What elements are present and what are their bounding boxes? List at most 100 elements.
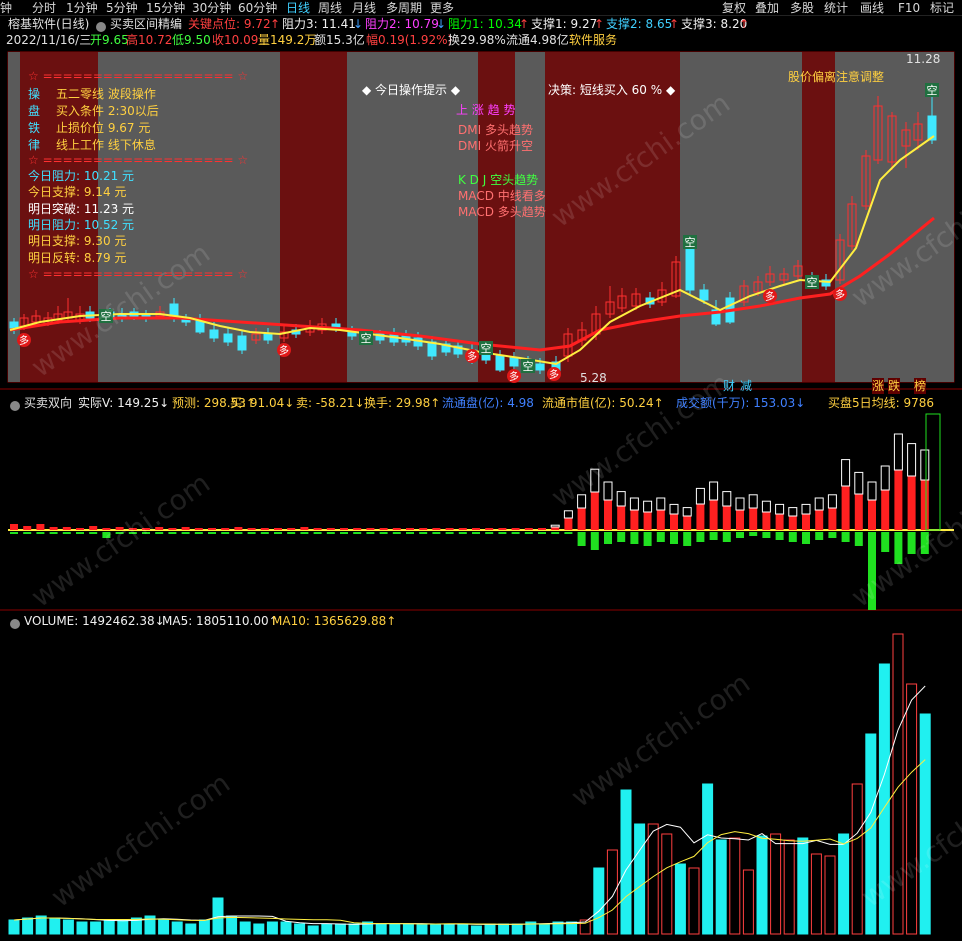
sell-volume-bar bbox=[802, 532, 810, 544]
period-tab[interactable]: 30分钟 bbox=[192, 0, 231, 16]
period-toolbar: 分时 1分钟 5分钟 15分钟 30分钟 60分钟 日线 周线 月线 多周期 更多 复权 叠加 多股 统计画… bbox=[0, 0, 962, 16]
volume-bar bbox=[906, 683, 918, 935]
toolbar-button[interactable]: 多股 bbox=[790, 0, 814, 16]
buy-volume-bar bbox=[472, 528, 480, 530]
sell-volume-bar bbox=[472, 532, 480, 534]
settings-icon[interactable] bbox=[10, 616, 20, 630]
forecast-bar-outline bbox=[841, 459, 851, 487]
period-tab[interactable]: 15分钟 bbox=[146, 0, 185, 16]
forecast-bar-outline bbox=[695, 487, 705, 505]
buy-volume-bar bbox=[406, 528, 414, 530]
volume-bar bbox=[824, 855, 836, 935]
toolbar-button[interactable]: 统计 bbox=[824, 0, 848, 16]
period-tab[interactable]: 60分钟 bbox=[238, 0, 277, 16]
period-tab[interactable]: 周线 bbox=[318, 0, 342, 16]
volume-bar bbox=[321, 923, 333, 935]
buy-volume-bar bbox=[577, 508, 586, 530]
volume-bar bbox=[266, 921, 278, 935]
settings-icon[interactable] bbox=[96, 19, 106, 33]
period-tab[interactable]: 更多 bbox=[430, 0, 454, 16]
toolbar-button[interactable]: 叠加 bbox=[755, 0, 779, 16]
sub2-value: MA5: 1805110.00↑ bbox=[162, 614, 279, 628]
volume-bar bbox=[90, 921, 102, 935]
sell-volume-bar bbox=[168, 532, 177, 534]
buy-volume-bar bbox=[696, 504, 705, 530]
toolbar-button[interactable]: 画线 bbox=[860, 0, 884, 16]
sell-volume-bar bbox=[300, 532, 309, 534]
kline-chart-area[interactable]: 多多多多 多多 多空空空空空空空www.cfchi.comwww.cfchi.com… bbox=[0, 48, 962, 941]
toolbar-button[interactable]: 复权 bbox=[722, 0, 746, 16]
volume-bar bbox=[443, 923, 455, 935]
volume-label: 量149.2万 bbox=[258, 33, 317, 47]
buy-volume-bar bbox=[854, 494, 863, 530]
period-tab[interactable]: 1分钟 bbox=[66, 0, 98, 16]
left-edge-tab[interactable]: 钟 bbox=[0, 0, 12, 16]
arrow-icon: ↑ bbox=[669, 17, 680, 31]
level-item: 关键点位: 9.72 bbox=[188, 17, 271, 31]
forecast-bar-outline bbox=[893, 433, 903, 471]
settings-icon[interactable] bbox=[10, 398, 20, 412]
sub1-name[interactable]: 买卖双向 bbox=[24, 395, 72, 411]
candle-body bbox=[535, 363, 545, 371]
sell-signal-label: 空 bbox=[927, 83, 938, 97]
sell-volume-bar bbox=[643, 532, 652, 546]
buy-signal-label: 多 bbox=[549, 368, 559, 381]
sector-label[interactable]: 软件服务 bbox=[569, 32, 617, 48]
buy-volume-bar bbox=[10, 524, 18, 530]
arrow-icon: ↓ bbox=[436, 17, 447, 31]
buy-signal-label: 多 bbox=[835, 288, 845, 301]
volume-bar bbox=[620, 789, 632, 935]
buy-volume-bar bbox=[643, 512, 652, 530]
buy-volume-bar bbox=[168, 528, 177, 530]
candle-body bbox=[699, 289, 709, 301]
volume-bar bbox=[416, 923, 428, 935]
volume-bar bbox=[470, 925, 482, 935]
period-tab[interactable]: 分时 bbox=[32, 0, 56, 16]
background-band bbox=[835, 52, 954, 382]
level-item: 阻力2: 10.79 bbox=[365, 17, 439, 31]
indicator-name[interactable]: 买卖区间精编 bbox=[110, 16, 182, 32]
buy-volume-bar bbox=[208, 528, 216, 530]
period-tab[interactable]: 月线 bbox=[352, 0, 376, 16]
sell-volume-bar bbox=[538, 532, 546, 534]
toolbar-button[interactable]: 标记 bbox=[930, 0, 954, 16]
buy-volume-bar bbox=[683, 516, 692, 530]
buy-volume-bar bbox=[379, 528, 388, 530]
buy-volume-bar bbox=[485, 528, 494, 530]
buy-signal-label: 多 bbox=[19, 334, 29, 347]
volume-bar bbox=[674, 863, 686, 935]
buy-volume-bar bbox=[313, 528, 322, 530]
buy-volume-bar bbox=[89, 526, 98, 530]
candle-body bbox=[685, 247, 695, 291]
toolbar-button[interactable]: F10 bbox=[898, 0, 920, 16]
buy-volume-bar bbox=[815, 510, 824, 530]
buy-volume-bar bbox=[498, 528, 507, 530]
period-tab[interactable]: 日线 bbox=[286, 0, 310, 16]
arrow-icon: ↑ bbox=[270, 17, 281, 31]
forecast-bar-outline bbox=[656, 497, 666, 511]
volume-bar bbox=[729, 837, 741, 935]
watermark-text: www.cfchi.com bbox=[545, 366, 736, 513]
buy-volume-bar bbox=[432, 528, 441, 530]
sell-volume-bar bbox=[247, 532, 256, 534]
sell-volume-bar bbox=[432, 532, 441, 534]
buy-volume-bar bbox=[802, 514, 810, 530]
forecast-bar-outline bbox=[643, 500, 653, 513]
candle-body bbox=[209, 329, 219, 339]
forecast-bar-outline bbox=[735, 497, 745, 511]
sell-signal-label: 空 bbox=[481, 341, 492, 355]
amount-label: 额15.3亿 bbox=[314, 33, 365, 47]
buy-volume-bar bbox=[247, 528, 256, 530]
date-label: 2022/11/16/三 bbox=[6, 33, 92, 47]
volume-bar bbox=[375, 923, 387, 935]
arrow-icon: ↑ bbox=[519, 17, 530, 31]
period-tab[interactable]: 5分钟 bbox=[106, 0, 138, 16]
sell-volume-bar bbox=[392, 532, 401, 534]
sell-volume-bar bbox=[23, 532, 32, 534]
sell-signal-label: 空 bbox=[685, 235, 696, 249]
buy-volume-bar bbox=[76, 528, 84, 530]
volume-bar bbox=[797, 837, 809, 935]
volume-bar bbox=[606, 849, 618, 935]
buy-volume-bar bbox=[353, 528, 362, 530]
period-tab[interactable]: 多周期 bbox=[386, 0, 422, 16]
